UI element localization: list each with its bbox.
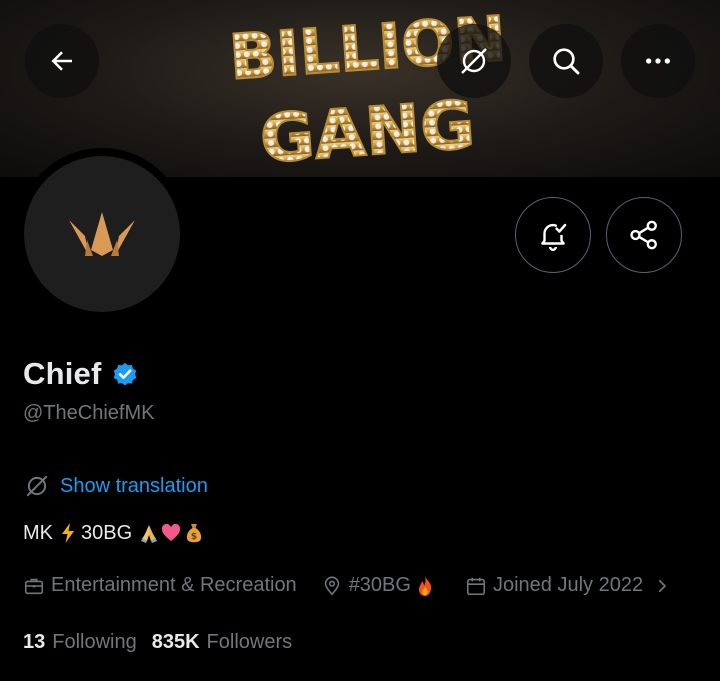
- show-translation[interactable]: Show translation: [24, 473, 208, 499]
- translate-button[interactable]: [437, 24, 511, 98]
- chevron-right-icon: [658, 579, 666, 592]
- lightning-emoji-icon: [62, 523, 74, 543]
- translate-slash-icon: [461, 48, 487, 74]
- svg-text:$: $: [191, 532, 197, 542]
- bio-tail: 30BG: [81, 521, 133, 544]
- category-label: Entertainment & Recreation: [51, 574, 297, 596]
- profile-handle: @TheChiefMK: [23, 402, 155, 424]
- followers-label: Followers: [206, 631, 293, 653]
- location-pin-icon: [324, 576, 339, 595]
- notify-button[interactable]: [515, 197, 591, 273]
- more-button[interactable]: [621, 24, 695, 98]
- verified-badge-icon[interactable]: [111, 360, 139, 388]
- briefcase-icon: [24, 578, 44, 594]
- profile-meta: Entertainment & Recreation #30BG Joined …: [23, 574, 701, 597]
- followers-link[interactable]: 835K Followers: [152, 631, 292, 654]
- share-icon: [630, 220, 657, 250]
- avatar[interactable]: [24, 156, 180, 312]
- heart-emoji-icon: [162, 523, 181, 541]
- following-label: Following: [52, 631, 137, 653]
- banner-text-bottom: GANG: [258, 86, 478, 177]
- show-translation-link[interactable]: Show translation: [60, 475, 208, 498]
- meta-location: #30BG: [321, 574, 441, 597]
- profile-bio: MK 30BG $: [23, 521, 206, 545]
- bell-check-icon: [541, 223, 567, 252]
- meta-category: Entertainment & Recreation: [23, 574, 297, 597]
- crown-logo: [69, 212, 135, 256]
- search-icon: [553, 48, 580, 75]
- location-label: #30BG: [348, 574, 411, 596]
- search-button[interactable]: [529, 24, 603, 98]
- follow-counts: 13 Following 835K Followers: [23, 631, 307, 654]
- praying-hands-emoji-icon: [141, 525, 158, 543]
- meta-joined[interactable]: Joined July 2022: [465, 574, 677, 597]
- bio-text: MK: [23, 521, 53, 544]
- share-button[interactable]: [606, 197, 682, 273]
- following-count: 13: [23, 631, 46, 653]
- more-horizontal-icon: [646, 58, 670, 64]
- joined-label: Joined July 2022: [492, 574, 644, 596]
- profile-name: Chief: [23, 356, 102, 391]
- money-bag-emoji-icon: $: [187, 524, 202, 543]
- fire-emoji-icon: [418, 575, 432, 596]
- back-button[interactable]: [25, 24, 99, 98]
- translate-slash-icon: [26, 475, 48, 497]
- followers-count: 835K: [151, 631, 200, 653]
- following-link[interactable]: 13 Following: [23, 631, 137, 654]
- profile-name-row: Chief: [23, 356, 139, 392]
- calendar-icon: [466, 577, 485, 595]
- arrow-left-icon: [51, 51, 72, 71]
